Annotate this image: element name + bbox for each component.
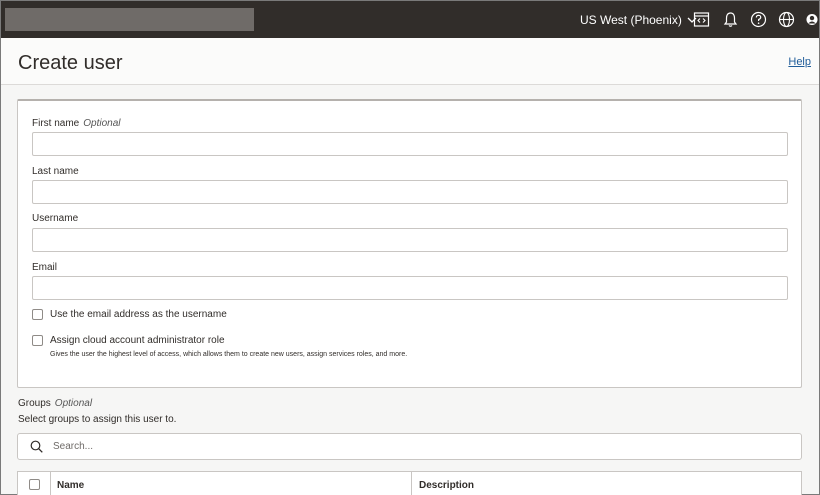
- optional-tag: Optional: [54, 398, 93, 409]
- use-email-checkbox[interactable]: [32, 309, 43, 320]
- code-editor-icon[interactable]: [692, 10, 711, 29]
- bell-icon[interactable]: [721, 10, 740, 29]
- group-search-box[interactable]: [17, 433, 802, 460]
- search-icon: [30, 440, 43, 453]
- use-email-checkbox-label: Use the email address as the username: [50, 309, 227, 320]
- use-email-as-username-option[interactable]: Use the email address as the username: [32, 309, 227, 320]
- brand-area[interactable]: [5, 8, 254, 31]
- groups-table-header: Name Description: [17, 471, 802, 495]
- select-all-checkbox[interactable]: [28, 479, 40, 490]
- column-header-name[interactable]: Name: [57, 480, 84, 491]
- first-name-label-text: First name: [32, 118, 80, 129]
- select-all-cell: [18, 472, 51, 495]
- last-name-label: Last name: [32, 166, 79, 177]
- column-header-description[interactable]: Description: [419, 480, 474, 491]
- group-search-input[interactable]: [53, 441, 753, 452]
- email-label: Email: [32, 262, 58, 273]
- admin-role-help-text: Gives the user the highest level of acce…: [50, 351, 408, 358]
- admin-role-checkbox-label: Assign cloud account administrator role: [50, 335, 225, 346]
- profile-icon[interactable]: [805, 10, 819, 29]
- globe-icon[interactable]: [777, 10, 796, 29]
- admin-role-checkbox[interactable]: [32, 335, 43, 346]
- email-field[interactable]: [32, 276, 788, 300]
- page-title: Create user: [18, 52, 123, 74]
- optional-tag: Optional: [83, 118, 121, 129]
- first-name-label: First name Optional: [32, 118, 120, 129]
- last-name-field[interactable]: [32, 180, 788, 204]
- help-circle-icon[interactable]: [749, 10, 768, 29]
- help-link[interactable]: Help: [788, 56, 811, 68]
- page-header: Create user Help: [1, 38, 819, 85]
- region-selector[interactable]: US West (Phoenix): [580, 1, 698, 38]
- top-navigation-bar: US West (Phoenix): [1, 1, 819, 38]
- first-name-field[interactable]: [32, 132, 788, 156]
- groups-description: Select groups to assign this user to.: [18, 414, 177, 425]
- column-divider: [411, 472, 412, 495]
- username-field[interactable]: [32, 228, 788, 252]
- groups-label: Groups Optional: [18, 398, 92, 409]
- user-details-form: First name Optional Last name Username Em…: [17, 99, 802, 388]
- groups-label-text: Groups: [18, 398, 51, 409]
- region-label: US West (Phoenix): [580, 12, 682, 27]
- username-label: Username: [32, 213, 79, 224]
- admin-role-option[interactable]: Assign cloud account administrator role: [32, 335, 225, 346]
